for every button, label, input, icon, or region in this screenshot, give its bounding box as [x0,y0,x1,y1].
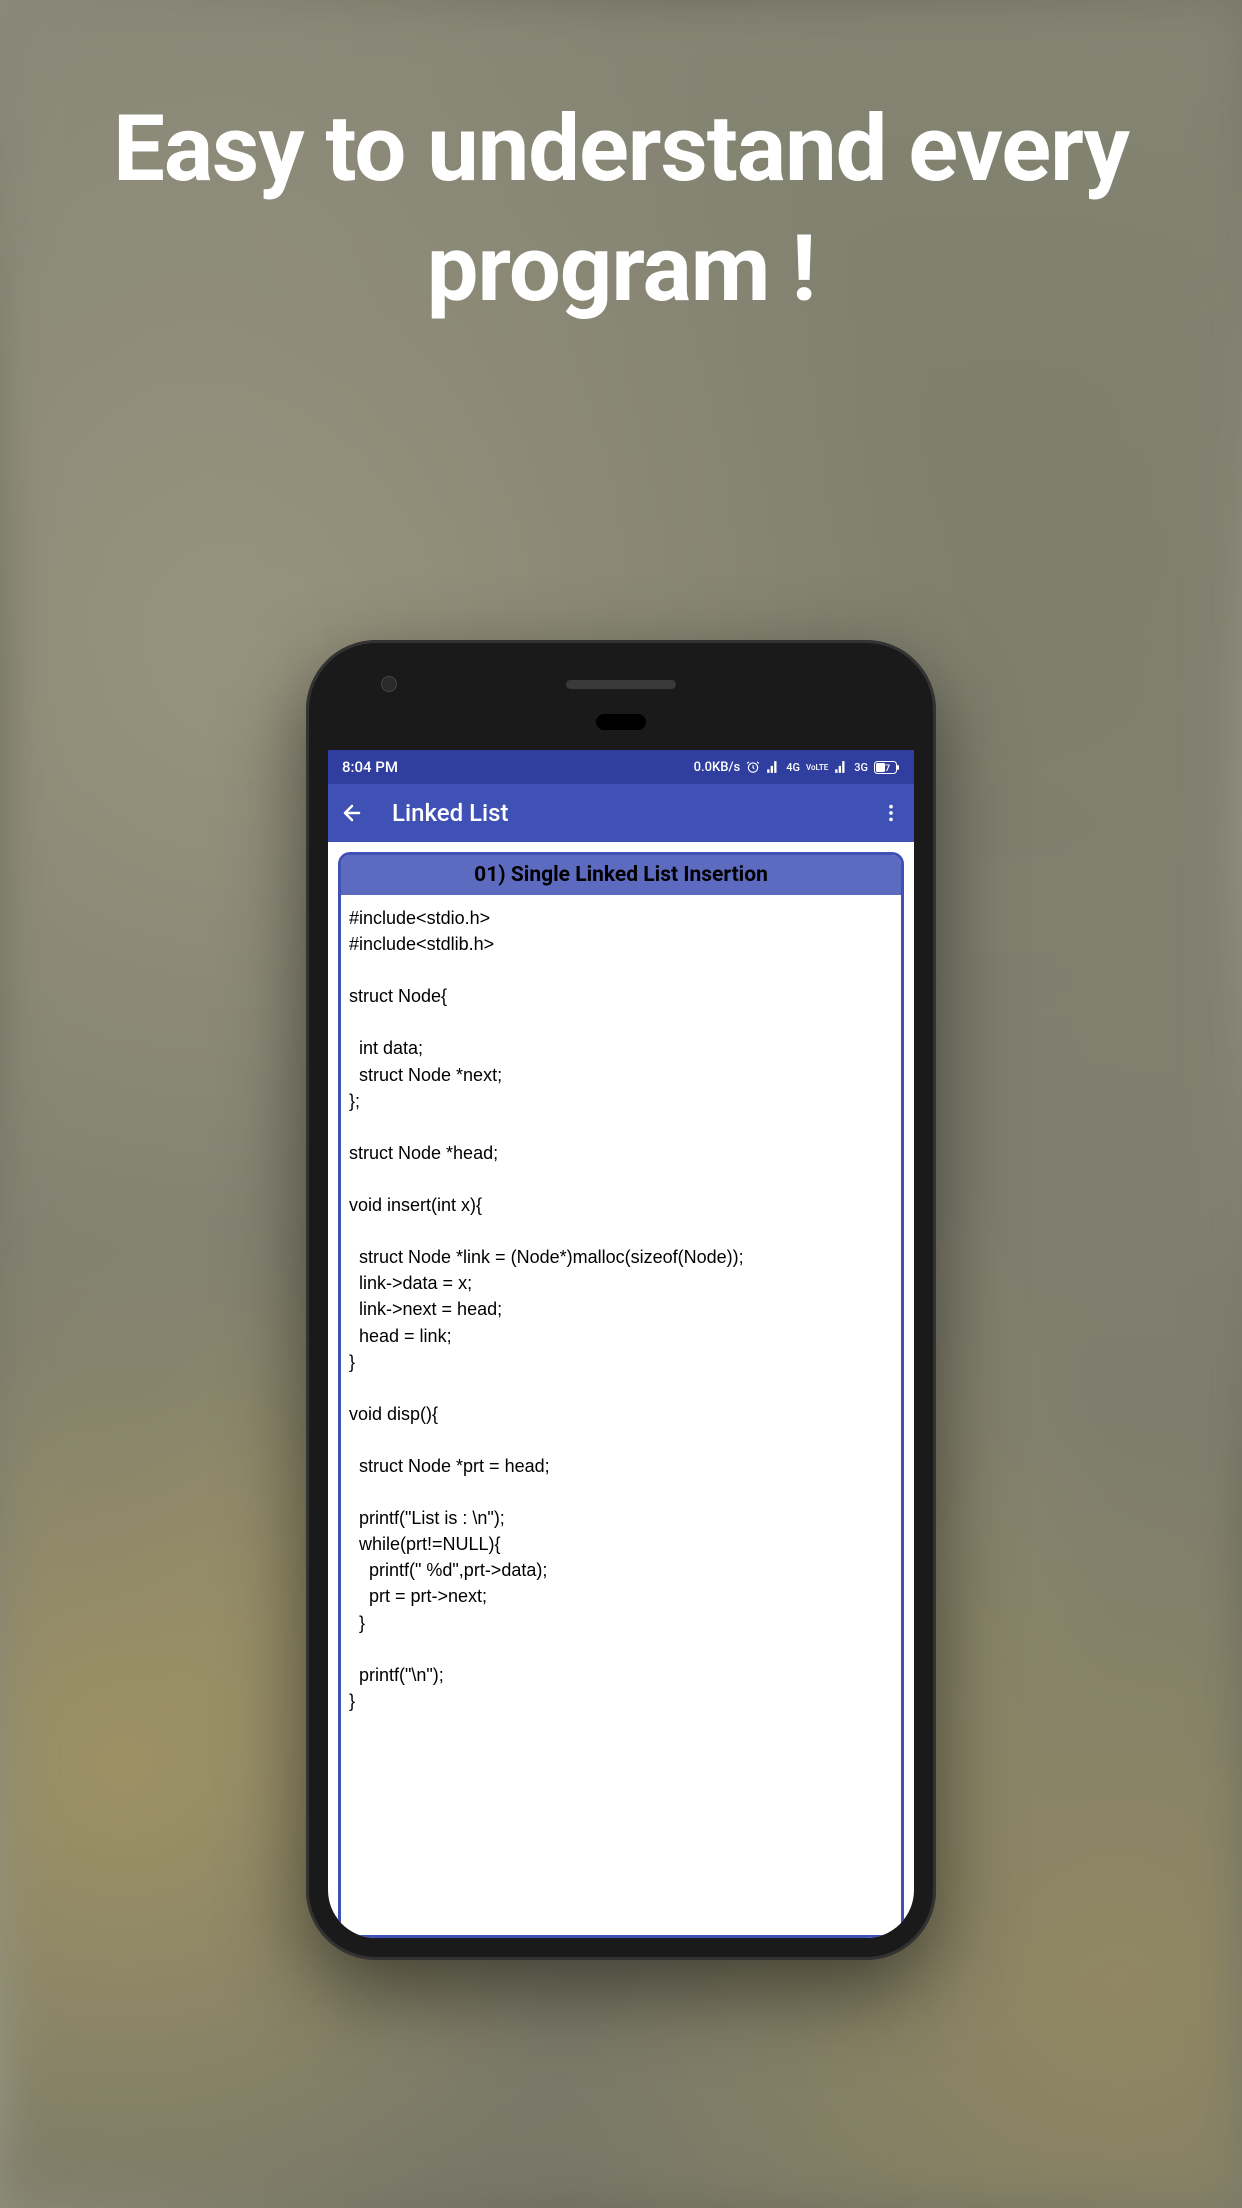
signal-icon-2 [834,760,848,774]
arrow-left-icon [340,801,364,825]
phone-frame: 8:04 PM 0.0KB/s 4G VoLTE 3G 47 Linked Li… [306,640,936,1960]
overflow-menu-button[interactable] [880,802,902,824]
phone-screen: 8:04 PM 0.0KB/s 4G VoLTE 3G 47 Linked Li… [328,750,914,1938]
status-data-rate: 0.0KB/s [694,760,741,775]
battery-icon: 47 [874,761,900,774]
status-right-cluster: 0.0KB/s 4G VoLTE 3G 47 [694,760,900,775]
back-button[interactable] [340,801,364,825]
alarm-icon [746,760,760,774]
status-net1-sub: VoLTE [806,763,828,772]
signal-icon-1 [766,760,780,774]
program-card: 01) Single Linked List Insertion #includ… [338,852,904,1938]
status-net2: 3G [854,761,868,774]
program-code: #include<stdio.h> #include<stdlib.h> str… [341,895,901,1724]
more-vert-icon [880,802,902,824]
status-bar: 8:04 PM 0.0KB/s 4G VoLTE 3G 47 [328,750,914,784]
page-title: Linked List [392,799,852,827]
app-bar: Linked List [328,784,914,842]
content-area[interactable]: 01) Single Linked List Insertion #includ… [328,842,914,1938]
promo-headline: Easy to understand every program ! [0,90,1242,329]
status-time: 8:04 PM [342,758,398,776]
phone-camera-dot [381,676,397,692]
program-title: 01) Single Linked List Insertion [341,855,901,895]
phone-earpiece-notch [596,714,646,730]
svg-text:47: 47 [880,764,890,774]
status-net1: 4G [786,761,800,774]
